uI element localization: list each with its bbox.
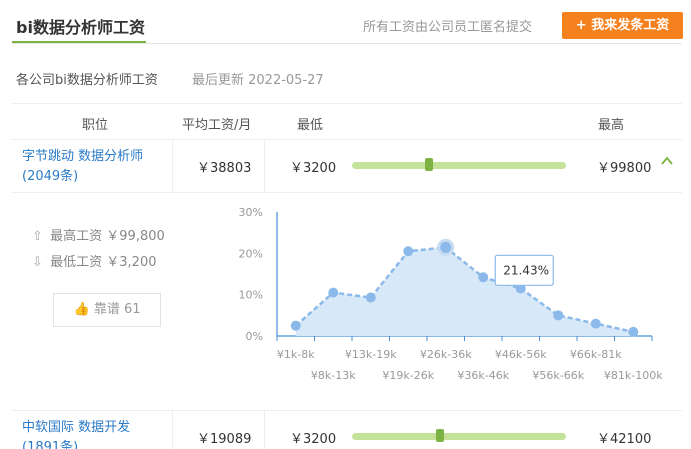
kaopu-label: 靠谱 61 xyxy=(93,302,141,317)
header-divider xyxy=(12,43,682,44)
x-tick-label: ¥13k-19k xyxy=(345,348,397,361)
x-tick-label: ¥1k-8k xyxy=(277,348,315,361)
average-marker xyxy=(425,158,434,171)
job-link[interactable]: 字节跳动 数据分析师 (2049条) xyxy=(22,147,143,187)
max-salary-text: 最高工资 ￥99,800 xyxy=(50,229,165,244)
salary-distribution-chart: 0% 10% 20% 30% ¥1k-8k ¥8k-13k ¥13k-19k ¥19k-26… xyxy=(239,206,662,382)
average-salary: ￥38803 xyxy=(197,161,252,176)
data-point[interactable] xyxy=(478,272,489,283)
salary-range-bar xyxy=(352,429,566,442)
anonymous-note: 所有工资由公司员工匿名提交 xyxy=(363,20,533,35)
chart-tooltip: 21.43% xyxy=(494,254,554,286)
post-salary-button[interactable]: + 我来发条工资 xyxy=(562,12,683,39)
page-title: bi数据分析师工资 xyxy=(16,18,145,37)
cell-divider xyxy=(172,411,173,449)
x-tick-label: ¥36k-46k xyxy=(457,369,509,382)
cell-divider xyxy=(264,140,265,193)
job-title[interactable]: 中软国际 数据开发 xyxy=(22,418,130,438)
job-link[interactable]: 中软国际 数据开发 (1891条) xyxy=(22,418,130,449)
column-average: 平均工资/月 xyxy=(182,118,252,133)
data-point[interactable] xyxy=(628,326,639,337)
y-tick-label: 20% xyxy=(239,247,263,260)
max-salary: ￥99800 xyxy=(597,161,652,176)
cell-divider xyxy=(172,140,173,193)
x-tick-label: ¥8k-13k xyxy=(311,369,356,382)
kaopu-button[interactable]: 👍 靠谱 61 xyxy=(53,293,161,327)
y-tick-label: 10% xyxy=(239,289,263,302)
data-point[interactable] xyxy=(553,310,564,321)
data-point[interactable] xyxy=(437,238,455,256)
last-updated: 最后更新 2022-05-27 xyxy=(192,73,324,88)
data-point[interactable] xyxy=(365,292,376,303)
distribution-area xyxy=(295,247,634,336)
y-tick-label: 30% xyxy=(239,206,263,219)
arrow-up-icon: ⇧ xyxy=(32,229,43,244)
cell-divider xyxy=(264,411,265,449)
page-header: bi数据分析师工资 所有工资由公司员工匿名提交 + 我来发条工资 xyxy=(0,0,691,44)
average-marker xyxy=(435,429,444,442)
average-salary: ￥19089 xyxy=(197,432,252,447)
x-tick-label: ¥19k-26k xyxy=(382,369,434,382)
column-max: 最高 xyxy=(598,118,625,133)
chevron-up-icon[interactable] xyxy=(660,154,674,168)
table-row[interactable]: 字节跳动 数据分析师 (2049条) ￥38803 ￥3200 ￥99800 xyxy=(12,140,682,193)
min-salary-stat: ⇩ 最低工资 ￥3,200 xyxy=(32,251,157,270)
min-salary: ￥3200 xyxy=(290,161,337,176)
data-point[interactable] xyxy=(590,318,601,329)
x-tick-label: ¥46k-56k xyxy=(495,348,547,361)
column-min: 最低 xyxy=(297,118,324,133)
min-salary: ￥3200 xyxy=(290,432,337,447)
tooltip-value: 21.43% xyxy=(503,263,549,277)
x-tick-label: ¥66k-81k xyxy=(570,348,622,361)
salary-detail-panel: ⇧ 最高工资 ￥99,800 ⇩ 最低工资 ￥3,200 👍 靠谱 61 0% 1… xyxy=(12,193,682,410)
max-salary: ￥42100 xyxy=(597,432,652,447)
x-tick-label: ¥56k-66k xyxy=(532,369,584,382)
report-count[interactable]: (1891条) xyxy=(22,438,130,449)
min-salary-text: 最低工资 ￥3,200 xyxy=(50,255,157,270)
salary-range-bar xyxy=(352,158,566,171)
section-label: 各公司bi数据分析师工资 xyxy=(16,73,158,88)
data-point[interactable] xyxy=(403,246,414,257)
table-row[interactable]: 中软国际 数据开发 (1891条) ￥19089 ￥3200 ￥42100 xyxy=(12,410,682,449)
max-salary-stat: ⇧ 最高工资 ￥99,800 xyxy=(32,225,165,244)
x-tick-label: ¥81k-100k xyxy=(604,369,662,382)
table-header: 职位 平均工资/月 最低 最高 xyxy=(12,103,682,140)
job-title[interactable]: 字节跳动 数据分析师 xyxy=(22,147,143,167)
data-point[interactable] xyxy=(328,287,339,298)
column-position: 职位 xyxy=(82,118,109,133)
report-count[interactable]: (2049条) xyxy=(22,167,143,187)
x-tick-label: ¥26k-36k xyxy=(420,348,472,361)
thumbs-up-icon: 👍 xyxy=(73,302,90,317)
data-point[interactable] xyxy=(290,320,301,331)
y-tick-label: 0% xyxy=(246,330,263,343)
arrow-down-icon: ⇩ xyxy=(32,255,43,270)
